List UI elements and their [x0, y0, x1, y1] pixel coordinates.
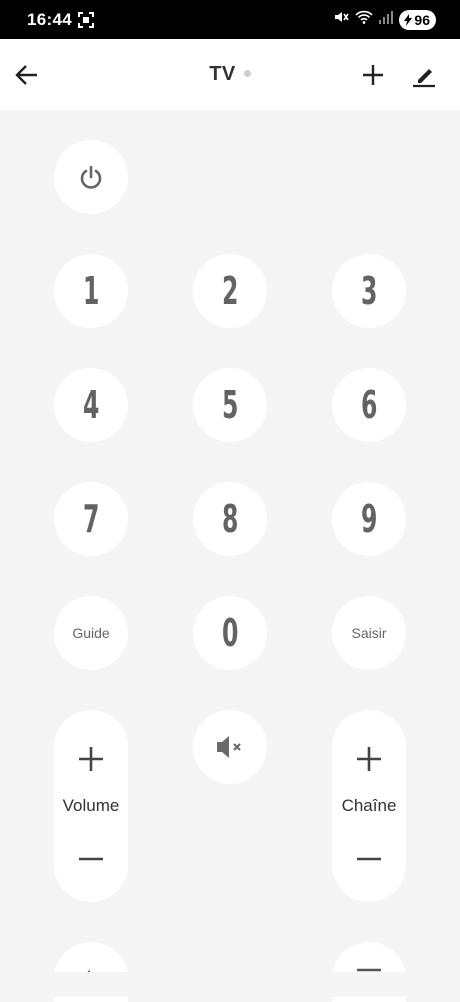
digit-7-button[interactable]: 7 — [54, 482, 128, 556]
channel-control: Chaîne — [332, 710, 406, 902]
channel-label: Chaîne — [341, 796, 397, 815]
status-bar: 16:44 96 — [0, 0, 460, 39]
enter-button[interactable]: Saisir — [332, 596, 406, 670]
plus-icon — [79, 747, 103, 771]
screenshot-icon — [78, 12, 94, 33]
digit-label: 6 — [360, 383, 378, 427]
mute-icon — [217, 736, 241, 758]
digit-label: 3 — [360, 269, 378, 313]
digit-label: 9 — [360, 497, 378, 541]
digit-label: 2 — [221, 269, 239, 313]
volume-down-button[interactable] — [77, 850, 105, 868]
add-icon[interactable] — [360, 62, 386, 88]
digit-label: 4 — [82, 383, 100, 427]
power-icon — [80, 165, 102, 189]
digit-1-button[interactable]: 1 — [54, 254, 128, 328]
mute-status-icon — [333, 9, 350, 30]
digit-0-button[interactable]: 0 — [193, 596, 267, 670]
bottom-edge — [0, 972, 460, 997]
volume-control: Volume — [54, 710, 128, 902]
guide-button[interactable]: Guide — [54, 596, 128, 670]
wifi-icon — [355, 9, 374, 30]
digit-2-button[interactable]: 2 — [193, 254, 267, 328]
battery-indicator: 96 — [399, 9, 436, 30]
channel-down-button[interactable] — [355, 850, 383, 868]
digit-label: 1 — [82, 269, 100, 313]
plus-icon — [357, 747, 381, 771]
digit-9-button[interactable]: 9 — [332, 482, 406, 556]
digit-label: 0 — [221, 611, 239, 655]
digit-label: 7 — [82, 497, 100, 541]
enter-label: Saisir — [351, 625, 387, 641]
guide-label: Guide — [72, 625, 110, 641]
battery-level: 96 — [414, 11, 430, 28]
digit-3-button[interactable]: 3 — [332, 254, 406, 328]
power-button[interactable] — [54, 140, 128, 214]
channel-up-button[interactable] — [355, 745, 383, 778]
digit-5-button[interactable]: 5 — [193, 368, 267, 442]
page-title: TV — [209, 63, 236, 85]
volume-label: Volume — [62, 796, 120, 815]
connection-status-dot — [243, 70, 251, 77]
charging-icon — [404, 13, 413, 26]
minus-icon — [79, 857, 103, 861]
digit-8-button[interactable]: 8 — [193, 482, 267, 556]
mute-button[interactable] — [193, 710, 267, 784]
minus-icon — [357, 857, 381, 861]
signal-icon — [379, 10, 394, 29]
digit-label: 8 — [221, 497, 239, 541]
digit-6-button[interactable]: 6 — [332, 368, 406, 442]
app-header: TV — [0, 39, 460, 110]
title-area: TV — [0, 63, 460, 86]
volume-up-button[interactable] — [77, 745, 105, 778]
edit-pencil-icon[interactable] — [410, 61, 438, 89]
digit-label: 5 — [221, 383, 239, 427]
digit-4-button[interactable]: 4 — [54, 368, 128, 442]
status-time: 16:44 — [27, 10, 72, 29]
